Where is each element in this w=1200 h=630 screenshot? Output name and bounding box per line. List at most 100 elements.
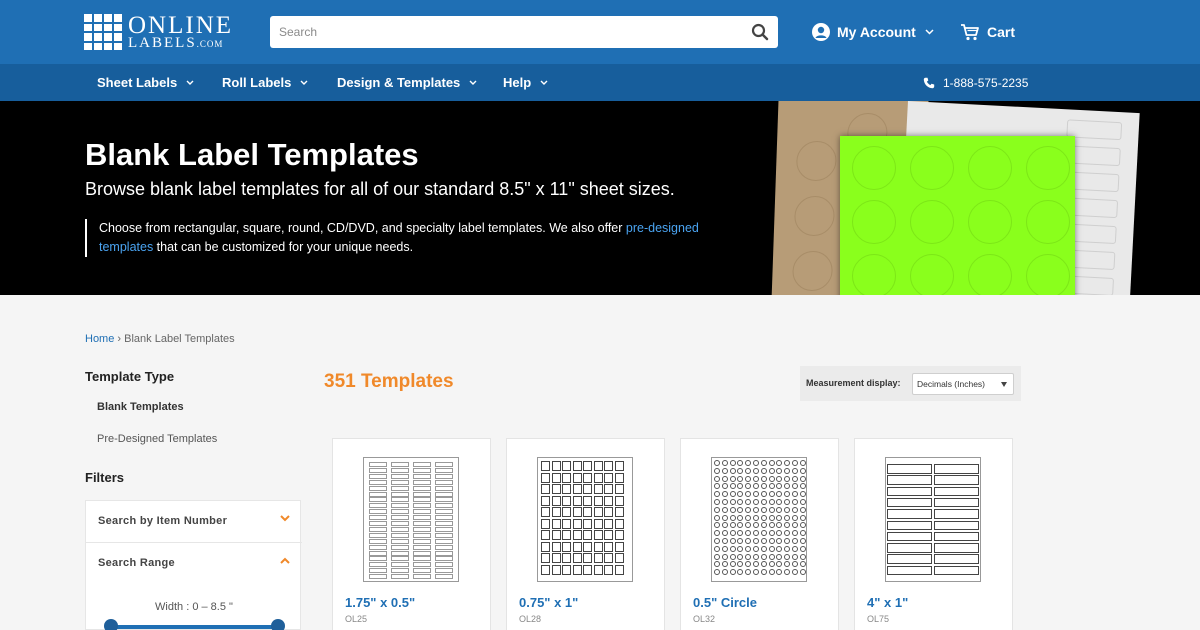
label-cell-shape <box>541 507 550 517</box>
cart-button[interactable]: Cart <box>960 22 1015 42</box>
green-sheet-image <box>840 136 1075 295</box>
search-input[interactable] <box>270 16 740 48</box>
nav-sheet-labels[interactable]: Sheet Labels <box>97 64 194 101</box>
label-circle-shape <box>792 491 798 498</box>
label-cell-shape <box>435 491 453 497</box>
label-circle-shape <box>799 499 806 505</box>
label-cell-shape <box>572 564 582 575</box>
label-cell-shape <box>541 553 550 563</box>
nav-help[interactable]: Help <box>503 64 548 101</box>
search-by-item-number-toggle[interactable]: Search by Item Number <box>86 501 302 543</box>
label-circle-shape <box>721 491 728 498</box>
label-circle-shape <box>792 538 798 544</box>
label-circle-shape <box>760 569 767 576</box>
label-circle-shape <box>729 538 736 544</box>
label-cell-shape <box>572 518 582 529</box>
label-cell-shape <box>887 565 932 576</box>
label-circle-shape <box>784 491 791 498</box>
width-slider-min-handle[interactable] <box>104 619 118 630</box>
label-circle-shape <box>799 553 806 560</box>
label-circle-shape <box>745 522 752 529</box>
label-circle-shape <box>753 514 759 521</box>
label-cell-shape <box>413 568 431 574</box>
label-cell-shape <box>435 562 453 568</box>
label-circle-shape <box>753 569 759 576</box>
label-cell-shape <box>887 509 932 519</box>
width-slider-max-handle[interactable] <box>271 619 285 630</box>
breadcrumb-separator: › <box>117 333 122 345</box>
search-icon[interactable] <box>751 23 769 41</box>
template-sku: OL32 <box>693 614 716 624</box>
label-cell-shape <box>593 495 603 506</box>
label-circle-shape <box>745 491 752 498</box>
template-card[interactable]: 0.5" Circle OL32 <box>680 438 839 630</box>
template-card[interactable]: 0.75" x 1" OL28 <box>506 438 665 630</box>
label-cell-shape <box>391 550 409 556</box>
template-title[interactable]: 4" x 1" <box>867 595 908 610</box>
label-cell-shape <box>369 562 387 568</box>
logo[interactable]: ONLINE LABELS.COM <box>84 13 236 51</box>
template-title[interactable]: 0.75" x 1" <box>519 595 578 610</box>
nav-roll-labels[interactable]: Roll Labels <box>222 64 308 101</box>
label-cell-shape <box>614 518 624 529</box>
label-circle-shape <box>792 545 798 552</box>
label-cell-shape <box>413 521 431 526</box>
label-circle-shape <box>721 483 728 490</box>
chevron-down-icon <box>186 80 194 85</box>
nav-item-label: Roll Labels <box>222 75 292 90</box>
filter-label: Search by Item Number <box>98 515 228 527</box>
label-cell-shape <box>562 530 571 540</box>
nav-item-label: Sheet Labels <box>97 75 178 90</box>
label-circle-shape <box>792 553 798 560</box>
label-cell-shape <box>391 526 409 532</box>
label-cell-shape <box>551 461 561 471</box>
label-circle-shape <box>776 530 783 537</box>
nav-design-templates[interactable]: Design & Templates <box>337 64 477 101</box>
dropdown-arrow-icon <box>1001 382 1007 387</box>
label-circle-shape <box>729 522 736 529</box>
pre-designed-templates-filter-link[interactable]: Pre-Designed Templates <box>97 433 217 445</box>
label-circle-shape <box>745 553 752 560</box>
label-circle-shape <box>792 499 798 505</box>
measurement-select[interactable]: Decimals (Inches) <box>912 373 1014 395</box>
label-circle-shape <box>753 467 759 474</box>
label-circle-shape <box>792 561 798 568</box>
phone-number[interactable]: 1-888-575-2235 <box>923 64 1028 101</box>
label-circle-shape <box>729 467 736 474</box>
label-cell-shape <box>562 553 571 563</box>
label-circle-shape <box>768 467 775 474</box>
label-circle-shape <box>753 553 759 560</box>
label-circle-shape <box>721 522 728 529</box>
search-range-toggle[interactable]: Search Range <box>86 543 302 585</box>
label-cell-shape <box>551 495 561 506</box>
label-cell-shape <box>583 495 592 506</box>
label-circle-shape <box>729 553 736 560</box>
label-circle-shape <box>760 483 767 490</box>
blank-templates-link[interactable]: Blank Templates <box>97 401 184 413</box>
breadcrumb-home[interactable]: Home <box>85 333 114 345</box>
label-cell-shape <box>369 550 387 556</box>
chevron-down-icon <box>469 80 477 85</box>
template-card[interactable]: 4" x 1" OL75 <box>854 438 1013 630</box>
label-cell-shape <box>614 484 624 494</box>
template-title[interactable]: 1.75" x 0.5" <box>345 595 415 610</box>
label-cell-shape <box>435 503 453 509</box>
width-slider-track[interactable] <box>110 625 278 629</box>
template-card[interactable]: 1.75" x 0.5" OL25 <box>332 438 491 630</box>
label-cell-shape <box>369 462 387 467</box>
label-circle-shape <box>729 569 736 576</box>
label-cell-shape <box>604 564 613 575</box>
my-account-button[interactable]: My Account <box>812 22 941 42</box>
label-cell-shape <box>593 484 603 494</box>
label-cell-shape <box>551 518 561 529</box>
label-circle-shape <box>729 460 736 466</box>
label-circle-shape <box>714 569 720 576</box>
label-cell-shape <box>551 507 561 517</box>
label-cell-shape <box>593 507 603 517</box>
label-circle-shape <box>714 530 720 537</box>
label-cell-shape <box>572 461 582 471</box>
label-circle-shape <box>768 506 775 513</box>
label-cell-shape <box>413 503 431 509</box>
label-circle-shape <box>799 460 806 466</box>
template-title[interactable]: 0.5" Circle <box>693 595 757 610</box>
